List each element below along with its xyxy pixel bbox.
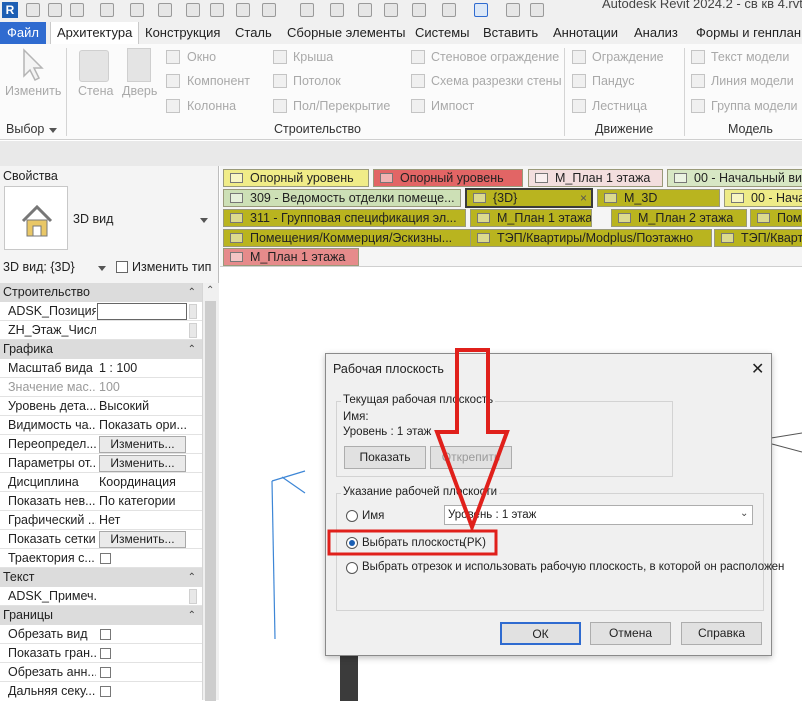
- annotation-overlay: [327, 348, 510, 556]
- red-arrow-annotation: [434, 348, 510, 533]
- red-highlight-box: [327, 529, 498, 556]
